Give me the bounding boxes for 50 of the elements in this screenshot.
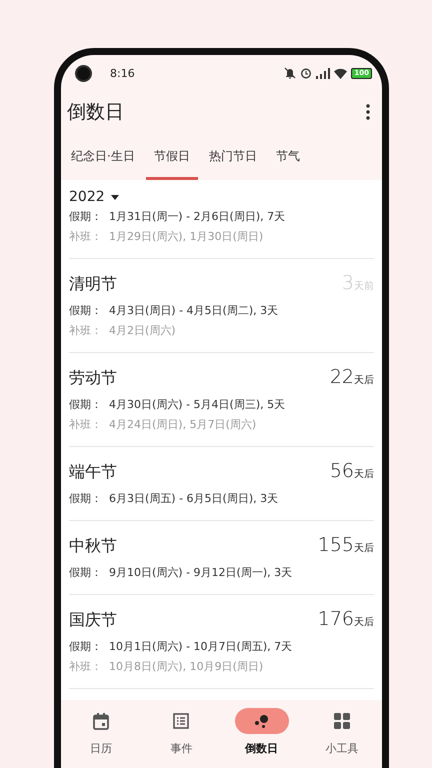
grid-icon [334, 713, 350, 729]
vacation-dates: 6月3日(周五) - 6月5日(周日), 3天 [109, 491, 278, 507]
tab[interactable]: 热门节日 [200, 148, 265, 180]
vacation-dates: 1月31日(周一) - 2月6日(周日), 7天 [109, 209, 286, 225]
status-time: 8:16 [110, 66, 135, 80]
vacation-label: 假期： [69, 303, 103, 319]
vacation-label: 假期： [69, 639, 103, 655]
countdown: 22 天后 [330, 366, 374, 388]
vacation-dates: 9月10日(周六) - 9月12日(周一), 3天 [109, 565, 292, 581]
countdown: 176天后 [318, 608, 374, 630]
calendar-icon [93, 712, 110, 730]
vacation-label: 假期： [69, 565, 103, 581]
countdown: 56天后 [330, 460, 374, 482]
wifi-icon [334, 68, 348, 78]
nav-tab[interactable]: 日历 [61, 708, 142, 768]
vacation-dates: 4月3日(周日) - 4月5日(周二), 3天 [109, 303, 278, 319]
countdown: 155 天后 [318, 534, 374, 556]
makeup-dates: 10月8日(周六), 10月9日(周日) [109, 659, 264, 675]
nav-tab[interactable]: 倒数日 [222, 708, 302, 768]
makeup-label: 补班： [69, 323, 103, 339]
makeup-dates: 4月2日(周六) [109, 323, 176, 339]
makeup-dates: 1月29日(周六), 1月30日(周日) [109, 229, 264, 245]
camera-icon [75, 64, 92, 82]
makeup-label: 补班： [69, 417, 103, 433]
vacation-label: 假期： [69, 491, 103, 507]
tab[interactable]: 纪念日·生日 [63, 148, 143, 180]
vacation-dates: 10月1日(周六) - 10月7日(周五), 7天 [109, 639, 292, 655]
tab[interactable]: 节气 [268, 148, 308, 180]
nav-tab[interactable]: 事件 [141, 708, 222, 768]
bubbles-icon [254, 713, 270, 729]
vacation-label: 假期： [69, 209, 103, 225]
holiday-name: 端午节 [69, 462, 117, 483]
year-dropdown[interactable]: 2022 [69, 189, 119, 205]
caret-icon [110, 194, 119, 200]
app-title: 倒数日 [67, 100, 124, 125]
signal-icon [316, 68, 330, 78]
nav-tab[interactable]: 小工具 [302, 708, 382, 768]
vacation-dates: 4月30日(周六) - 5月4日(周三), 5天 [109, 397, 286, 413]
more-menu-icon[interactable] [366, 104, 370, 120]
holiday-name: 国庆节 [69, 610, 117, 631]
list-icon [173, 713, 190, 729]
bell-off-icon [284, 67, 296, 79]
makeup-dates: 4月24日(周日), 5月7日(周六) [109, 417, 256, 433]
alarm-icon [300, 67, 312, 79]
makeup-label: 补班： [69, 659, 103, 675]
holiday-name: 劳动节 [69, 368, 117, 389]
vacation-label: 假期： [69, 397, 103, 413]
holiday-name: 中秋节 [69, 536, 117, 557]
holiday-name: 清明节 [69, 274, 117, 295]
makeup-label: 补班： [69, 229, 103, 245]
